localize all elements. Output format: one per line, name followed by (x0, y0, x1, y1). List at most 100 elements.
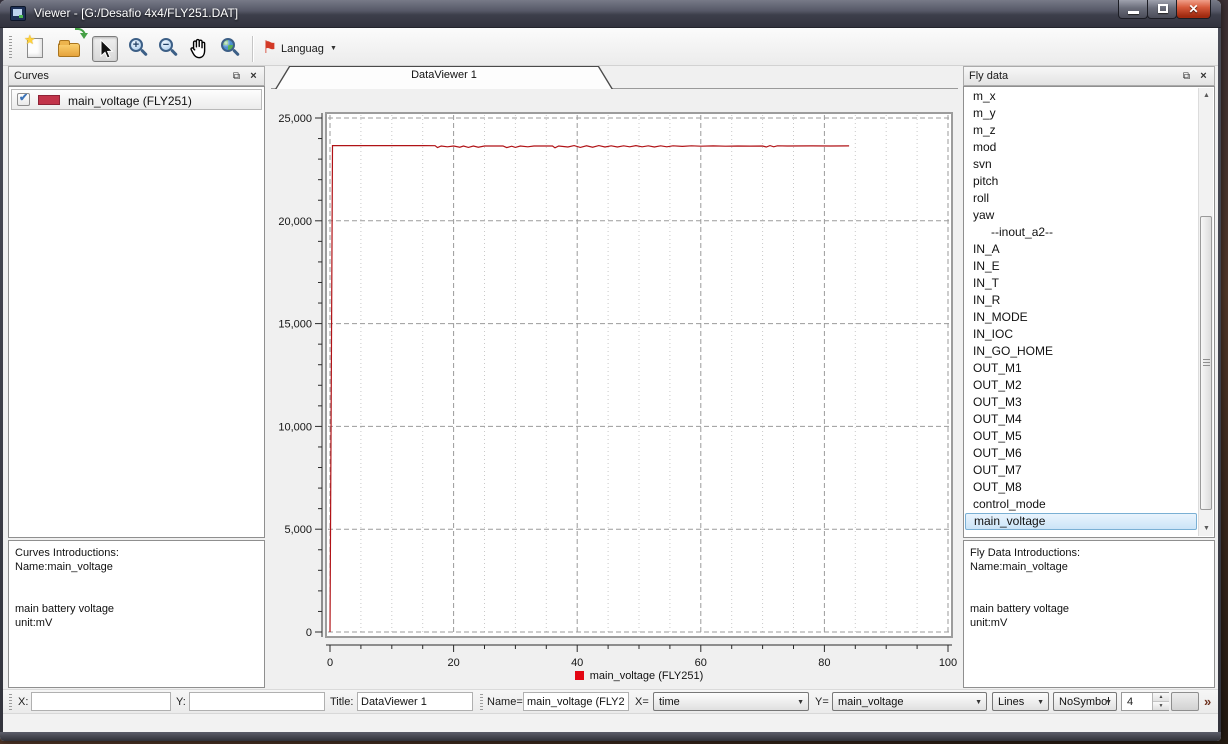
flydata-list-item[interactable]: roll (965, 190, 1197, 207)
y-axis-select-label: Y= (815, 696, 829, 708)
maximize-icon (1158, 4, 1168, 13)
plot-canvas[interactable]: 05,00010,00015,00020,00025,0000204060801… (271, 89, 958, 688)
bottombar-grip[interactable] (9, 694, 12, 710)
flydata-list-item[interactable]: main_voltage (965, 513, 1197, 530)
y-axis-select[interactable]: main_voltage ▼ (832, 692, 987, 711)
flydata-list-item[interactable]: m_x (965, 88, 1197, 105)
name-field-label: Name= (487, 696, 523, 708)
flydata-list-item[interactable]: mod (965, 139, 1197, 156)
flydata-list-item[interactable]: OUT_M8 (965, 479, 1197, 496)
minimize-button[interactable] (1118, 0, 1148, 19)
flydata-list-item[interactable]: svn (965, 156, 1197, 173)
bottombar-grip-2[interactable] (480, 694, 483, 710)
flydata-list-item[interactable]: yaw (965, 207, 1197, 224)
app-icon (10, 6, 26, 21)
x-coord-input[interactable] (31, 692, 171, 711)
zoom-in-button[interactable]: + (126, 36, 152, 62)
flydata-list-item[interactable]: IN_IOC (965, 326, 1197, 343)
y-coord-label: Y: (176, 696, 186, 708)
new-file-button[interactable]: ★ (22, 36, 48, 62)
flydata-list-item[interactable]: OUT_M2 (965, 377, 1197, 394)
flydata-list-item[interactable]: OUT_M7 (965, 462, 1197, 479)
scroll-down-icon[interactable]: ▼ (1199, 521, 1214, 536)
open-file-button[interactable] (56, 36, 82, 62)
symbol-select[interactable]: NoSymbol ▼ (1053, 692, 1117, 711)
zoom-reset-icon (221, 38, 235, 52)
flydata-list-item[interactable]: IN_MODE (965, 309, 1197, 326)
flydata-list-item[interactable]: IN_T (965, 275, 1197, 292)
curves-float-icon[interactable]: ⧉ (229, 69, 244, 84)
close-button[interactable]: ✕ (1176, 0, 1211, 19)
flydata-list-item[interactable]: --inout_a2-- (965, 224, 1197, 241)
x-axis-select-label: X= (635, 696, 649, 708)
flydata-float-icon[interactable]: ⧉ (1179, 69, 1194, 84)
flydata-scrollbar[interactable]: ▲ ▼ (1198, 88, 1213, 536)
tab-dataviewer-1[interactable]: DataViewer 1 (275, 66, 613, 89)
flydata-list-item[interactable]: control_mode (965, 496, 1197, 513)
svg-text:15,000: 15,000 (278, 319, 312, 331)
flydata-list-item[interactable]: m_z (965, 122, 1197, 139)
flydata-list-item[interactable]: OUT_M5 (965, 428, 1197, 445)
y-coord-input[interactable] (189, 692, 325, 711)
spin-down-icon[interactable]: ▼ (1153, 701, 1169, 710)
curves-panel: Curves ⧉ × ✔ main_voltage (FLY251) Curve… (8, 66, 265, 688)
zoom-out-button[interactable]: − (156, 36, 182, 62)
curves-panel-title: Curves (14, 70, 49, 82)
flydata-list-item[interactable]: m_y (965, 105, 1197, 122)
title-input[interactable] (357, 692, 473, 711)
dataviewer-area: DataViewer 1 05,00010,00015,00020,00025,… (271, 66, 958, 688)
flydata-panel-title: Fly data (969, 70, 1008, 82)
dropdown-arrow-icon: ▼ (975, 699, 982, 706)
x-axis-select[interactable]: time ▼ (653, 692, 809, 711)
svg-text:60: 60 (695, 657, 707, 669)
curve-item[interactable]: ✔ main_voltage (FLY251) (11, 89, 262, 110)
flydata-close-icon[interactable]: × (1196, 69, 1211, 84)
curve-item-label: main_voltage (FLY251) (68, 94, 192, 108)
line-chart: 05,00010,00015,00020,00025,0000204060801… (271, 89, 958, 688)
flydata-list-item[interactable]: OUT_M1 (965, 360, 1197, 377)
flydata-list-item[interactable]: IN_GO_HOME (965, 343, 1197, 360)
select-cursor-button[interactable] (92, 36, 118, 62)
svg-text:80: 80 (818, 657, 830, 669)
curves-close-icon[interactable]: × (246, 69, 261, 84)
flydata-list-item[interactable]: pitch (965, 173, 1197, 190)
title-bar[interactable]: Viewer - [G:/Desafio 4x4/FLY251.DAT] ✕ (0, 0, 1221, 28)
open-folder-icon (58, 43, 80, 57)
flydata-list-item[interactable]: OUT_M3 (965, 394, 1197, 411)
toolbar-separator (252, 36, 253, 62)
line-width-spinner[interactable]: 4 ▲ ▼ (1121, 692, 1169, 711)
svg-text:20,000: 20,000 (278, 216, 312, 228)
curves-panel-header[interactable]: Curves ⧉ × (8, 66, 265, 86)
zoom-in-icon: + (129, 38, 143, 52)
chart-legend: main_voltage (FLY251) (326, 670, 952, 682)
flydata-list-item[interactable]: OUT_M6 (965, 445, 1197, 462)
maximize-button[interactable] (1147, 0, 1177, 19)
flydata-list-item[interactable]: IN_R (965, 292, 1197, 309)
legend-color-swatch (575, 671, 584, 680)
flydata-list-item[interactable]: IN_A (965, 241, 1197, 258)
window-border-left (0, 28, 3, 732)
scrollbar-thumb[interactable] (1200, 216, 1212, 510)
zoom-out-icon: − (159, 38, 173, 52)
window-border-bottom (0, 732, 1221, 741)
line-style-select[interactable]: Lines ▼ (992, 692, 1049, 711)
window-title: Viewer - [G:/Desafio 4x4/FLY251.DAT] (34, 6, 238, 20)
pan-button[interactable] (186, 36, 212, 62)
x-axis-selected-value: time (659, 696, 680, 708)
language-menu[interactable]: Languag (281, 43, 324, 55)
flydata-panel-header[interactable]: Fly data ⧉ × (963, 66, 1215, 86)
svg-text:100: 100 (939, 657, 957, 669)
svg-text:0: 0 (327, 657, 333, 669)
cursor-icon (93, 37, 117, 61)
zoom-reset-button[interactable] (218, 36, 244, 62)
curve-name-input[interactable] (523, 692, 629, 711)
curve-color-button[interactable] (1171, 692, 1199, 711)
flydata-list-item[interactable]: OUT_M4 (965, 411, 1197, 428)
check-icon: ✔ (19, 91, 28, 104)
curve-checkbox[interactable]: ✔ (17, 93, 30, 106)
toolbar-overflow-icon[interactable]: » (1204, 694, 1211, 709)
flydata-list-item[interactable]: IN_E (965, 258, 1197, 275)
scroll-up-icon[interactable]: ▲ (1199, 88, 1214, 103)
y-axis-selected-value: main_voltage (838, 696, 903, 708)
toolbar-grip[interactable] (9, 36, 12, 60)
